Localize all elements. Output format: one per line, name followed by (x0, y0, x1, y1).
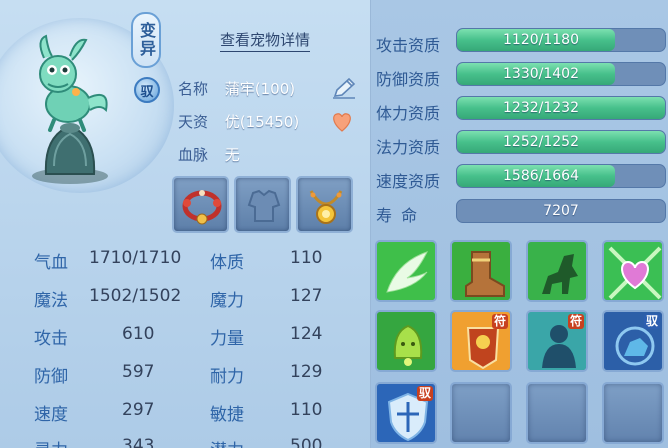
bloodline-value: 无 (224, 146, 240, 164)
aptitude-attack-bar: 1120/1180 (456, 28, 666, 52)
stat-attack-label: 攻击 (34, 329, 68, 349)
skill-slot-empty-3[interactable] (602, 382, 664, 444)
skill-shield-tame[interactable]: 驭 (375, 382, 437, 444)
stat-speed-value: 297 (122, 400, 155, 420)
aptitude-physique-value: 1232/1232 (503, 100, 579, 116)
stat-spirit-value: 343 (122, 436, 155, 448)
aptitude-mana-bar: 1252/1252 (456, 130, 666, 154)
equip-slot-collar[interactable] (172, 176, 229, 233)
edit-name-icon[interactable] (331, 76, 357, 100)
aptitude-physique-label: 体力资质 (376, 104, 441, 123)
attr-magic-label: 魔力 (210, 291, 244, 311)
pet-pulao-figure (32, 34, 108, 184)
boot-icon (452, 242, 510, 300)
stat-defense-value: 597 (122, 362, 155, 382)
attr-potential: 潜力 500 (210, 436, 322, 448)
aptitude-defense-bar: 1330/1402 (456, 62, 666, 86)
attr-endurance: 耐力 129 (210, 362, 322, 387)
stat-mp-label: 魔法 (34, 291, 68, 311)
attr-strength-value: 124 (290, 324, 323, 344)
skill-heart[interactable] (602, 240, 664, 302)
aptitude-mana-value: 1252/1252 (503, 134, 579, 150)
aptitude-defense-label: 防御资质 (376, 70, 441, 89)
wing-icon (377, 242, 435, 300)
aptitude-mana-label: 法力资质 (376, 138, 441, 157)
stat-speed: 速度 297 (34, 400, 154, 425)
skill-spirit-rune[interactable]: 符 (526, 310, 588, 372)
stat-hp: 气血 1710/1710 (34, 248, 181, 273)
aptitude-speed-bar: 1586/1664 (456, 164, 666, 188)
stat-defense-label: 防御 (34, 367, 68, 387)
skill-slot-empty-1[interactable] (450, 382, 512, 444)
armor-placeholder-icon (247, 189, 281, 222)
attr-strength: 力量 124 (210, 324, 322, 349)
stat-attack-value: 610 (122, 324, 155, 344)
stat-mp: 魔法 1502/1502 (34, 286, 181, 311)
attr-potential-value: 500 (290, 436, 323, 448)
skill-boot[interactable] (450, 240, 512, 302)
talent-label: 天资 (178, 113, 209, 131)
attr-agility-value: 110 (290, 400, 323, 420)
aptitude-defense-value: 1330/1402 (503, 66, 579, 82)
skill-bell[interactable] (375, 310, 437, 372)
attr-magic-value: 127 (290, 286, 323, 306)
aptitude-speed-value: 1586/1664 (503, 168, 579, 184)
name-label: 名称 (178, 80, 209, 98)
skill-beast-tame-tag: 驭 (643, 314, 660, 329)
bloodline-label: 血脉 (178, 146, 209, 164)
lifespan-value: 7207 (456, 199, 666, 223)
attr-endurance-label: 耐力 (210, 367, 244, 387)
aptitude-physique-bar: 1232/1232 (456, 96, 666, 120)
skill-wing[interactable] (375, 240, 437, 302)
heart-skill-icon (604, 242, 662, 300)
pet-name-row: 名称 蒲牢(100) (178, 78, 295, 99)
stat-spirit: 灵力 343 (34, 436, 154, 448)
aptitude-attack-value: 1120/1180 (503, 32, 579, 48)
skill-horse[interactable] (526, 240, 588, 302)
skill-beast-tame[interactable]: 驭 (602, 310, 664, 372)
attr-endurance-value: 129 (290, 362, 323, 382)
pet-info-panel: 变异 驭 查看宠物详情 名称 蒲牢(100) 天资 优(15450) 血脉 无 (0, 0, 370, 448)
skill-armor-rune-tag: 符 (491, 314, 508, 329)
heart-icon (333, 113, 351, 132)
skill-armor-rune[interactable]: 符 (450, 310, 512, 372)
stat-defense: 防御 597 (34, 362, 154, 387)
aptitude-attack-label: 攻击资质 (376, 36, 441, 55)
lifespan-label: 寿 命 (376, 206, 420, 225)
skill-slot-empty-2[interactable] (526, 382, 588, 444)
stat-hp-value: 1710/1710 (89, 248, 182, 268)
pet-talent-row: 天资 优(15450) (178, 111, 299, 132)
skill-spirit-rune-tag: 符 (567, 314, 584, 329)
attr-strength-label: 力量 (210, 329, 244, 349)
stat-attack: 攻击 610 (34, 324, 154, 349)
talent-value: 优(15450) (224, 113, 300, 131)
attr-constitution-value: 110 (290, 248, 323, 268)
stat-spirit-label: 灵力 (34, 436, 68, 448)
stat-mp-value: 1502/1502 (89, 286, 182, 306)
stat-speed-label: 速度 (34, 405, 68, 425)
equip-slot-armor-empty[interactable] (234, 176, 291, 233)
tame-badge: 驭 (134, 77, 160, 103)
name-value: 蒲牢(100) (224, 80, 296, 98)
bell-icon (377, 312, 435, 370)
attr-agility-label: 敏捷 (210, 405, 244, 425)
pet-bloodline-row: 血脉 无 (178, 144, 240, 165)
view-pet-details-link[interactable]: 查看宠物详情 (220, 29, 311, 52)
horse-icon (528, 242, 586, 300)
stat-hp-label: 气血 (34, 253, 68, 273)
attr-agility: 敏捷 110 (210, 400, 322, 425)
attr-constitution: 体质 110 (210, 248, 322, 273)
variant-badge: 变异 (131, 12, 161, 68)
gold-pendant-necklace-icon (309, 190, 343, 224)
aptitude-speed-label: 速度资质 (376, 172, 441, 191)
red-bead-collar-icon (182, 190, 222, 225)
skill-shield-tame-tag: 驭 (416, 386, 433, 401)
attr-magic: 魔力 127 (210, 286, 322, 311)
equip-slot-necklace[interactable] (296, 176, 353, 233)
attr-potential-label: 潜力 (210, 436, 244, 448)
attr-constitution-label: 体质 (210, 253, 244, 273)
